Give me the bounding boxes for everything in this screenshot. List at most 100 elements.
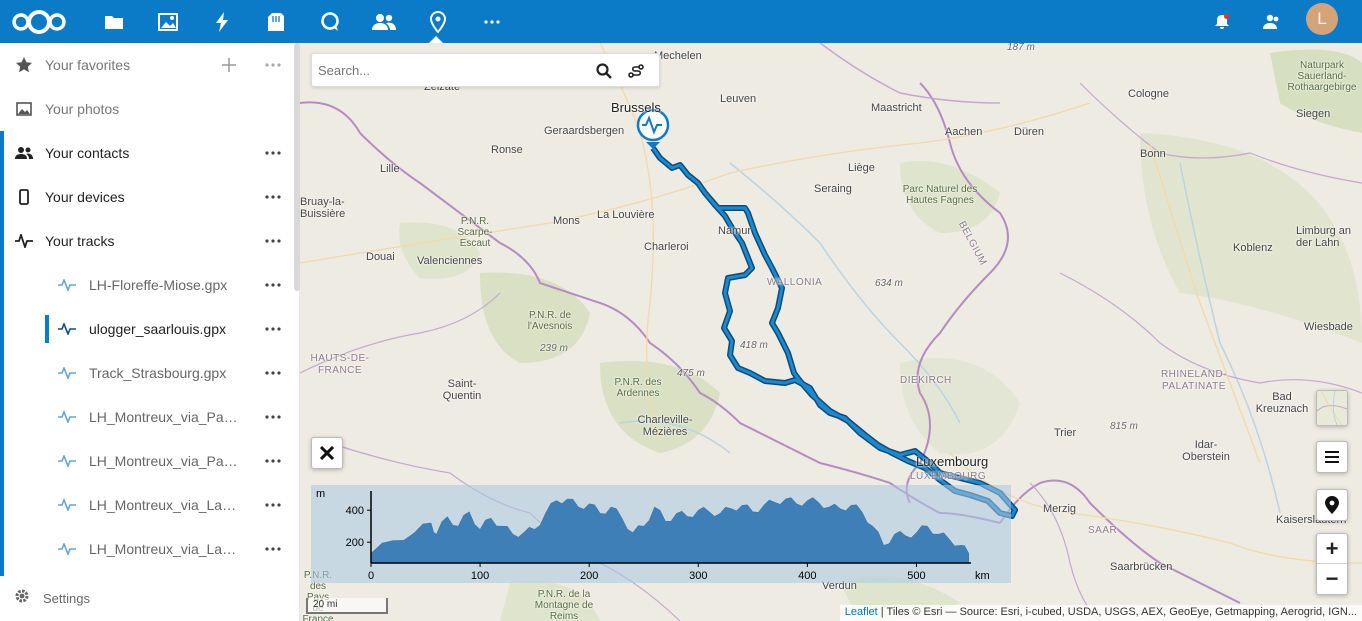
track-icon <box>14 231 34 251</box>
close-icon <box>320 446 334 460</box>
map-label-saarbrucken: Saarbrücken <box>1110 561 1173 573</box>
user-avatar[interactable]: L <box>1306 3 1338 35</box>
map-label-siegen: Siegen <box>1296 108 1331 120</box>
map-label-badkreuz: Bad Kreuznach <box>1255 391 1309 415</box>
search-icon[interactable] <box>593 60 615 82</box>
map-label-cologne: Cologne <box>1128 88 1169 100</box>
sidebar-item-devices[interactable]: Your devices <box>0 175 294 219</box>
map-label-trier: Trier <box>1054 427 1077 439</box>
sidebar-item-label: Your contacts <box>45 145 130 161</box>
map-search-input[interactable] <box>312 54 592 86</box>
track-icon <box>57 275 77 295</box>
selected-track-indicator <box>45 315 49 343</box>
talk-icon[interactable] <box>308 0 352 43</box>
zoom-control: + − <box>1316 533 1348 595</box>
track-name: LH-Floreffe-Miose.gpx <box>89 277 228 293</box>
track-icon <box>57 363 77 383</box>
zoom-out-button[interactable]: − <box>1317 564 1347 594</box>
map-label-merzig: Merzig <box>1043 503 1077 515</box>
map-region-luxembourg: LUXEMBOURG <box>910 471 987 482</box>
sidebar-item-label: Your favorites <box>45 57 131 73</box>
map-view[interactable]: Mechelen Brussels Leuven Maastricht Colo… <box>300 43 1362 621</box>
elevation-profile[interactable]: 0 100 200 300 400 500 200 400 m km <box>311 485 1011 583</box>
tracks-more-icon[interactable] <box>262 231 284 251</box>
map-label-seraing: Seraing <box>814 183 852 195</box>
sidebar-item-contacts[interactable]: Your contacts <box>0 131 294 175</box>
menu-icon <box>1325 451 1339 463</box>
map-label-valenciennes: Valenciennes <box>417 255 483 267</box>
contacts-menu-icon[interactable] <box>1250 0 1294 43</box>
track-icon <box>57 407 77 427</box>
map-region-wallonia: WALLONIA <box>767 277 823 288</box>
track-more-icon[interactable] <box>262 495 284 515</box>
map-elevation-187: 187 m <box>1007 43 1035 53</box>
nextcloud-logo-icon[interactable] <box>6 0 72 43</box>
photos-icon[interactable] <box>146 0 190 43</box>
track-more-icon[interactable] <box>262 407 284 427</box>
track-name: LH_Montreux_via_LaBresse.gpx <box>89 497 239 513</box>
gear-icon <box>14 588 30 609</box>
elevation-x-tick-label: 100 <box>471 570 489 582</box>
sidebar-item-photos[interactable]: Your photos <box>0 87 294 131</box>
favorites-more-icon[interactable] <box>262 55 284 75</box>
sidebar-track-item[interactable]: LH_Montreux_via_LaBresse_2.gpx <box>0 527 294 571</box>
map-park-avesnois: P.N.R. de l'Avesnois <box>527 310 573 332</box>
map-park-ardennes: P.N.R. des Ardennes <box>614 377 662 399</box>
map-label-luxembourg: Luxembourg <box>916 454 989 469</box>
track-icon <box>57 319 77 339</box>
leaflet-link[interactable]: Leaflet <box>845 606 878 618</box>
devices-more-icon[interactable] <box>262 187 284 207</box>
close-elevation-button[interactable] <box>311 437 343 469</box>
phonetrack-icon[interactable] <box>254 0 298 43</box>
elevation-chart: 0 100 200 300 400 500 200 400 m km <box>316 488 990 582</box>
sidebar-track-item[interactable]: ulogger_saarlouis.gpx <box>0 307 294 351</box>
sidebar-track-item[interactable]: Track_Strasbourg.gpx <box>0 351 294 395</box>
map-elevation-418: 418 m <box>740 340 768 351</box>
sidebar-item-tracks[interactable]: Your tracks <box>0 219 294 263</box>
sidebar-track-item[interactable]: LH_Montreux_via_Paris.gpx <box>0 395 294 439</box>
elevation-x-tick-label: 400 <box>798 570 816 582</box>
route-icon[interactable] <box>625 60 647 82</box>
track-more-icon[interactable] <box>262 363 284 383</box>
map-label-wiesbaden: Wiesbade <box>1304 321 1353 333</box>
track-more-icon[interactable] <box>262 539 284 559</box>
notifications-bell-icon[interactable] <box>1200 0 1244 43</box>
app-navigation: Your favorites Your photos Your contacts… <box>0 43 300 621</box>
menu-button[interactable] <box>1316 441 1348 473</box>
map-label-mons: Mons <box>553 215 580 227</box>
activity-icon[interactable] <box>200 0 244 43</box>
map-elevation-475: 475 m <box>677 368 705 379</box>
more-apps-icon[interactable] <box>470 0 514 43</box>
files-icon[interactable] <box>92 0 136 43</box>
track-more-icon[interactable] <box>262 319 284 339</box>
sidebar-item-favorites[interactable]: Your favorites <box>0 43 294 87</box>
track-more-icon[interactable] <box>262 275 284 295</box>
zoom-in-button[interactable]: + <box>1317 534 1347 564</box>
elevation-x-tick-label: 0 <box>368 570 374 582</box>
sidebar-item-label: Your tracks <box>45 233 115 249</box>
contacts-icon[interactable] <box>362 0 406 43</box>
elevation-x-tick-label: 200 <box>580 570 598 582</box>
map-label-ronse: Ronse <box>491 144 523 156</box>
contacts-more-icon[interactable] <box>262 143 284 163</box>
map-label-koblenz: Koblenz <box>1233 242 1273 254</box>
my-location-button[interactable] <box>1316 489 1348 521</box>
elevation-y-tick-label: 400 <box>346 505 364 517</box>
settings-button[interactable]: Settings <box>0 576 294 620</box>
map-label-aachen: Aachen <box>945 126 983 138</box>
add-favorite-icon[interactable] <box>219 55 239 75</box>
sidebar-item-label: Your photos <box>45 101 120 117</box>
sidebar-track-item[interactable]: LH_Montreux_via_Paris_2.gpx <box>0 439 294 483</box>
map-label-lalouviere: La Louvière <box>597 209 655 221</box>
layer-switcher-button[interactable] <box>1316 390 1348 426</box>
map-label-charleroi: Charleroi <box>644 241 689 253</box>
map-label-leuven: Leuven <box>720 93 757 105</box>
track-more-icon[interactable] <box>262 451 284 471</box>
sidebar-track-item[interactable]: LH-Floreffe-Miose.gpx <box>0 263 294 307</box>
track-name: LH_Montreux_via_Paris.gpx <box>89 409 239 425</box>
star-icon <box>14 55 34 75</box>
map-label-lille: Lille <box>380 163 400 175</box>
layers-thumbnail-icon <box>1317 391 1347 425</box>
map-region-saar: SAAR <box>1088 525 1118 536</box>
sidebar-track-item[interactable]: LH_Montreux_via_LaBresse.gpx <box>0 483 294 527</box>
